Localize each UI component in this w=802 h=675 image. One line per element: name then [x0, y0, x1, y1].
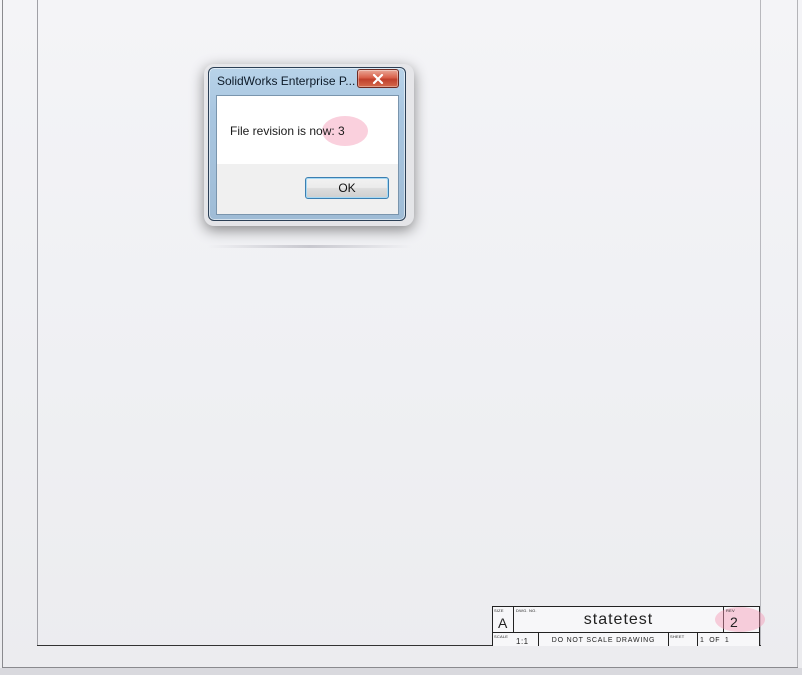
- close-button[interactable]: [357, 69, 399, 88]
- dialog-client-area: File revision is now: 3 OK: [216, 95, 399, 215]
- do-not-scale-note: DO NOT SCALE DRAWING: [551, 637, 656, 644]
- sheet-edge-left: [2, 0, 3, 668]
- dialog-title: SolidWorks Enterprise P...: [217, 74, 356, 88]
- close-icon: [372, 73, 384, 84]
- size-label: SIZE: [494, 608, 504, 613]
- size-value: A: [498, 615, 508, 631]
- dwg-no-value: statetest: [583, 611, 654, 628]
- rev-label: REV: [726, 608, 735, 613]
- message-text: File revision is now: 3: [230, 124, 345, 138]
- message-prefix: File revision is now:: [230, 124, 339, 138]
- title-block: SIZE A DWG. NO. statetest REV 2 SCALE 1:…: [492, 606, 765, 646]
- rev-value: 2: [730, 614, 738, 630]
- revision-value: 3: [338, 124, 345, 138]
- scale-label: SCALE: [494, 634, 509, 639]
- sheet-label: SHEET: [670, 634, 685, 639]
- drawing-border-left: [37, 0, 38, 646]
- drawing-border-right: [760, 0, 761, 646]
- sheet-value: 1 OF 1: [700, 637, 730, 644]
- bottom-strip: [0, 668, 802, 675]
- ok-button[interactable]: OK: [305, 177, 389, 199]
- scale-value: 1:1: [516, 637, 529, 646]
- dialog-reflection: [207, 245, 412, 248]
- message-area: File revision is now: 3: [217, 96, 398, 164]
- sheet-edge-right: [797, 0, 798, 668]
- message-dialog: SolidWorks Enterprise P... File revision…: [208, 67, 406, 221]
